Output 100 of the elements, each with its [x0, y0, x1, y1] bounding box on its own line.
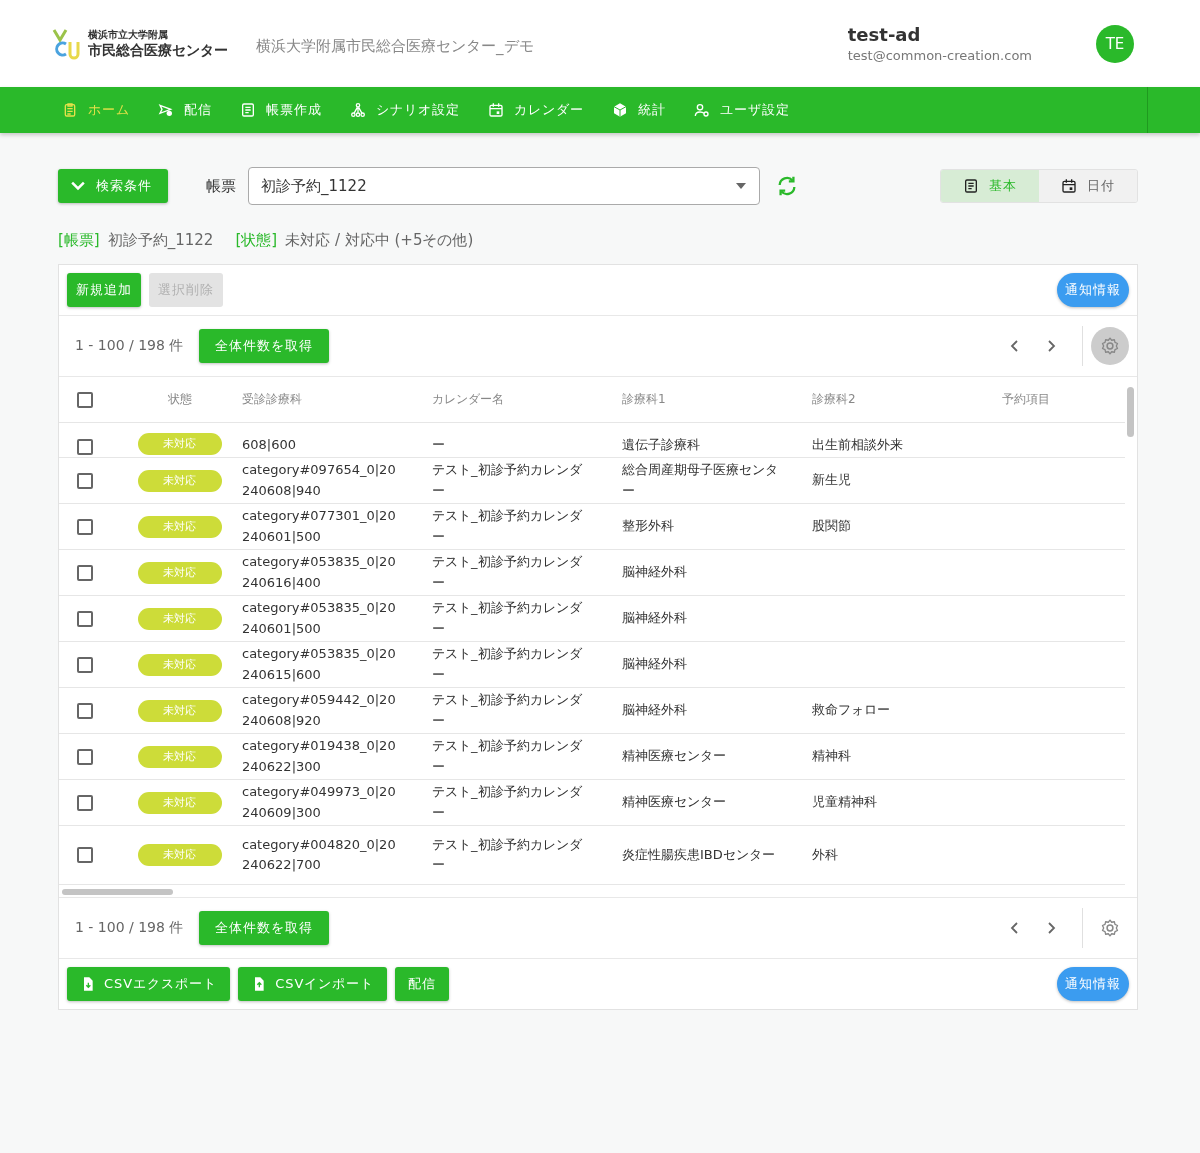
- status-badge: 未対応: [137, 607, 222, 630]
- site-title: 横浜大学附属市民総合医療センター_デモ: [256, 37, 534, 56]
- table-cell-text: category#004820_0|20240622|700: [242, 835, 397, 874]
- footer-action-button[interactable]: CSVインポート: [238, 967, 388, 1001]
- column-header[interactable]: 状態: [167, 392, 192, 406]
- nav-tab[interactable]: ユーザ設定: [694, 101, 790, 119]
- table-cell: 外科: [812, 846, 838, 862]
- table-cell-text: 608|600: [242, 435, 297, 454]
- form-label: 帳票: [206, 176, 236, 196]
- fetch-total-button[interactable]: 全体件数を取得: [199, 911, 330, 945]
- nav-tab[interactable]: 配信: [158, 101, 212, 119]
- status-badge: 未対応: [137, 515, 222, 538]
- table-cell-text: テスト_初診予約カレンダー: [432, 553, 583, 592]
- table-cell-text: ー: [432, 435, 446, 454]
- row-checkbox[interactable]: [77, 656, 93, 673]
- status-badge: 未対応: [137, 561, 222, 584]
- search-conditions-button[interactable]: 検索条件: [58, 169, 168, 203]
- nav-tab[interactable]: ホーム: [62, 101, 130, 119]
- table-cell-text: テスト_初診予約カレンダー: [432, 783, 583, 822]
- cube-icon: [612, 102, 628, 118]
- user-gear-icon: [694, 102, 710, 118]
- nav-tab[interactable]: 帳票作成: [240, 101, 322, 119]
- table-cell: 出生前相談外来: [812, 436, 903, 452]
- add-new-button[interactable]: 新規追加: [67, 273, 141, 307]
- chevron-right-icon: [1048, 922, 1056, 934]
- column-header[interactable]: 診療科1: [622, 392, 666, 406]
- row-checkbox[interactable]: [77, 794, 93, 811]
- row-checkbox[interactable]: [77, 610, 93, 627]
- clipboard-icon: [62, 102, 78, 118]
- table-cell-text: category#053835_0|20240601|500: [242, 599, 397, 638]
- table-cell: 救命フォロー: [812, 702, 890, 718]
- table-cell-text: テスト_初診予約カレンダー: [432, 691, 583, 730]
- column-header[interactable]: 診療科2: [812, 392, 856, 406]
- table-cell-text: category#049973_0|20240609|300: [242, 783, 397, 822]
- chevron-left-icon: [1010, 922, 1018, 934]
- table-cell-text: 脳神経外科: [622, 701, 688, 720]
- chevron-right-icon: [1048, 340, 1056, 352]
- status-badge: 未対応: [137, 653, 222, 676]
- avatar[interactable]: TE: [1096, 24, 1134, 63]
- table-cell-text: 脳神経外科: [622, 655, 688, 674]
- table-cell-text: テスト_初診予約カレンダー: [432, 461, 583, 500]
- scrollbar-thumb[interactable]: [62, 889, 173, 895]
- send-icon: [158, 102, 174, 118]
- view-toggle[interactable]: 基本: [941, 170, 1039, 202]
- settings-button[interactable]: [1091, 327, 1129, 365]
- row-checkbox[interactable]: [77, 472, 93, 489]
- column-header[interactable]: 受診診療科: [242, 392, 302, 406]
- select-all-checkbox[interactable]: [77, 391, 93, 408]
- column-header[interactable]: カレンダー名: [432, 392, 504, 406]
- row-checkbox[interactable]: [77, 748, 93, 765]
- table-cell-text: category#059442_0|20240608|920: [242, 691, 397, 730]
- table-cell-text: テスト_初診予約カレンダー: [432, 737, 583, 776]
- table-cell-text: テスト_初診予約カレンダー: [432, 507, 583, 546]
- footer-action-button[interactable]: 配信: [395, 967, 450, 1001]
- table-cell-text: テスト_初診予約カレンダー: [432, 599, 583, 638]
- table-cell-text: 整形外科: [622, 517, 675, 536]
- nav-tab[interactable]: シナリオ設定: [350, 101, 460, 119]
- row-checkbox[interactable]: [77, 847, 93, 863]
- row-checkbox[interactable]: [77, 702, 93, 719]
- document-icon: [963, 178, 979, 194]
- notification-info-button[interactable]: 通知情報: [1057, 967, 1129, 1001]
- row-checkbox[interactable]: [77, 564, 93, 581]
- status-badge: 未対応: [137, 791, 222, 814]
- document-icon: [240, 102, 256, 118]
- filter-summary: [帳票] 初診予約_1122: [58, 231, 214, 250]
- table-cell: 精神科: [812, 748, 851, 764]
- record-range: 1 - 100 / 198 件: [75, 919, 184, 937]
- fetch-total-button[interactable]: 全体件数を取得: [199, 329, 330, 363]
- status-badge: 未対応: [137, 699, 222, 722]
- row-checkbox[interactable]: [77, 439, 93, 455]
- form-select[interactable]: 初診予約_1122: [248, 167, 760, 205]
- logo-icon: [52, 27, 82, 60]
- view-toggle[interactable]: 日付: [1039, 170, 1137, 202]
- table-cell: 股関節: [812, 518, 851, 534]
- row-checkbox[interactable]: [77, 518, 93, 535]
- column-header[interactable]: 予約項目: [1002, 392, 1050, 406]
- record-range: 1 - 100 / 198 件: [75, 337, 184, 355]
- nav-tab[interactable]: カレンダー: [488, 101, 584, 119]
- chevron-left-icon: [1010, 340, 1018, 352]
- table-cell-text: 炎症性腸疾患IBDセンター: [622, 845, 776, 864]
- table-cell: 新生児: [812, 472, 851, 488]
- table-cell: 児童精神科: [812, 794, 877, 810]
- table-cell-text: 遺伝子診療科: [622, 435, 701, 454]
- table-cell-text: 精神医療センター: [622, 793, 727, 812]
- status-badge: 未対応: [137, 469, 222, 492]
- status-badge: 未対応: [137, 433, 222, 455]
- scrollbar-thumb[interactable]: [1127, 387, 1134, 437]
- table-cell-text: category#019438_0|20240622|300: [242, 737, 397, 776]
- notification-info-button[interactable]: 通知情報: [1057, 273, 1129, 307]
- logo-subtitle: 横浜市立大学附属: [88, 27, 169, 42]
- table-cell-text: テスト_初診予約カレンダー: [432, 835, 583, 874]
- footer-action-button[interactable]: CSVエクスポート: [67, 967, 231, 1001]
- settings-icon[interactable]: [1100, 918, 1120, 938]
- nav-tab[interactable]: 統計: [612, 101, 666, 119]
- table-cell-text: category#053835_0|20240616|400: [242, 553, 397, 592]
- table-cell-text: 脳神経外科: [622, 609, 688, 628]
- user-name: test-ad: [847, 24, 922, 45]
- logo-title: 市民総合医療センター: [88, 41, 228, 60]
- filter-summary: [状態] 未対応 / 対応中 (+5その他): [235, 231, 474, 250]
- dropdown-caret-icon: [735, 182, 747, 190]
